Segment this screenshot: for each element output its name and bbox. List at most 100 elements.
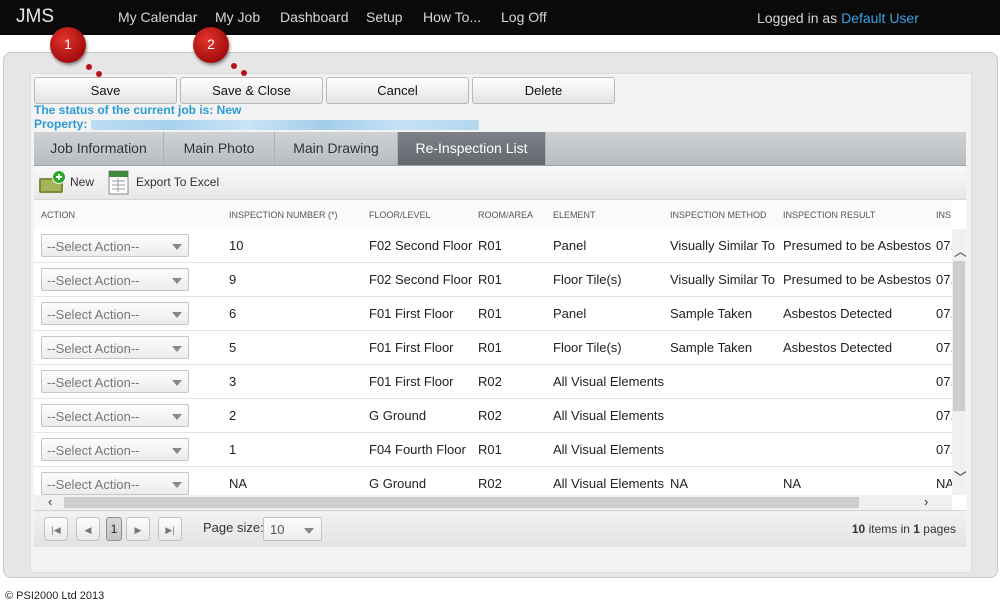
step-marker-2-pointer: [231, 63, 237, 69]
scroll-down-icon[interactable]: ﹀: [954, 467, 966, 486]
col-ins[interactable]: INS: [936, 210, 951, 220]
cell-inspection-number: 9: [229, 272, 237, 287]
user-link[interactable]: Default User: [841, 10, 919, 26]
cell-inspection-number: 3: [229, 374, 237, 389]
col-action[interactable]: ACTION: [41, 210, 75, 220]
cell-room: R01: [478, 306, 502, 321]
property-label: Property:: [34, 117, 88, 131]
cancel-button[interactable]: Cancel: [326, 77, 469, 104]
page-size-label: Page size:: [203, 520, 264, 535]
action-select-value: --Select Action--: [47, 307, 140, 322]
cell-method: Sample Taken: [670, 306, 753, 321]
cell-room: R02: [478, 408, 502, 423]
action-select[interactable]: --Select Action--: [41, 234, 189, 257]
save-close-button[interactable]: Save & Close: [180, 77, 323, 104]
vertical-scrollbar[interactable]: ︿ ﹀: [952, 229, 966, 495]
action-select-value: --Select Action--: [47, 341, 140, 356]
pager-bar: |◀ ◀ 1 ▶ ▶| Page size: 10 10 items in 1 …: [34, 510, 966, 547]
vertical-scroll-thumb[interactable]: [953, 261, 965, 411]
cell-result: Presumed to be Asbestos: [783, 272, 932, 287]
horizontal-scrollbar[interactable]: ‹ ›: [34, 494, 952, 510]
table-row: --Select Action-- 10 F02 Second Floor R0…: [34, 229, 954, 263]
tab-main-photo[interactable]: Main Photo: [164, 132, 275, 165]
step-marker-2: 2: [193, 27, 229, 63]
col-inspection-number[interactable]: INSPECTION NUMBER (*): [229, 210, 338, 220]
pages-count: 1: [913, 522, 920, 536]
first-page-icon[interactable]: |◀: [44, 517, 68, 541]
scroll-right-icon[interactable]: ›: [924, 494, 928, 509]
cell-inspection-number: 6: [229, 306, 237, 321]
excel-icon[interactable]: [108, 170, 130, 195]
horizontal-scroll-thumb[interactable]: [64, 497, 859, 508]
nav-log-off[interactable]: Log Off: [501, 9, 547, 25]
step-marker-1-pointer: [96, 71, 102, 77]
table-row: --Select Action-- 9 F02 Second Floor R01…: [34, 263, 954, 297]
action-select[interactable]: --Select Action--: [41, 404, 189, 427]
page-size-value: 10: [270, 522, 285, 537]
cell-element: All Visual Elements: [553, 408, 665, 423]
cell-room: R01: [478, 340, 502, 355]
action-select[interactable]: --Select Action--: [41, 472, 189, 495]
new-record-icon[interactable]: [38, 170, 68, 194]
col-floor-level[interactable]: FLOOR/LEVEL: [369, 210, 431, 220]
cell-element: All Visual Elements: [553, 374, 665, 389]
items-text: items in: [868, 522, 910, 536]
action-select-value: --Select Action--: [47, 477, 140, 492]
cell-element: Floor Tile(s): [553, 340, 622, 355]
nav-how-to[interactable]: How To...: [423, 9, 481, 25]
col-element[interactable]: ELEMENT: [553, 210, 596, 220]
action-select[interactable]: --Select Action--: [41, 336, 189, 359]
step-marker-1-pointer: [86, 64, 92, 70]
scroll-left-icon[interactable]: ‹: [48, 494, 52, 509]
next-page-icon[interactable]: ▶: [126, 517, 150, 541]
page-size-select[interactable]: 10: [263, 517, 322, 541]
cell-method: NA: [670, 476, 689, 491]
items-count: 10: [851, 522, 866, 536]
nav-dashboard[interactable]: Dashboard: [280, 9, 349, 25]
action-select-value: --Select Action--: [47, 409, 140, 424]
property-line: Property:: [34, 117, 480, 131]
property-value-redacted: [91, 119, 480, 130]
cell-result: Asbestos Detected: [783, 340, 893, 355]
action-select[interactable]: --Select Action--: [41, 438, 189, 461]
top-nav-bar: JMS My Calendar My Job Dashboard Setup H…: [0, 0, 1000, 35]
action-select-value: --Select Action--: [47, 273, 140, 288]
chevron-down-icon: [172, 244, 182, 250]
cell-room: R02: [478, 476, 502, 491]
export-excel-button[interactable]: Export To Excel: [136, 175, 219, 189]
tab-re-inspection-list[interactable]: Re-Inspection List: [398, 132, 546, 165]
nav-my-calendar[interactable]: My Calendar: [118, 9, 197, 25]
action-select-value: --Select Action--: [47, 239, 140, 254]
nav-my-job[interactable]: My Job: [215, 9, 260, 25]
action-select[interactable]: --Select Action--: [41, 370, 189, 393]
action-select[interactable]: --Select Action--: [41, 268, 189, 291]
tab-main-drawing[interactable]: Main Drawing: [275, 132, 398, 165]
cell-result: Asbestos Detected: [783, 306, 893, 321]
cell-result: NA: [783, 476, 802, 491]
table-row: --Select Action-- 5 F01 First Floor R01 …: [34, 331, 954, 365]
last-page-icon[interactable]: ▶|: [158, 517, 182, 541]
new-button[interactable]: New: [70, 175, 94, 189]
copyright-footer: © PSI2000 Ltd 2013: [5, 590, 105, 602]
cell-result: Presumed to be Asbestos: [783, 238, 932, 253]
action-select[interactable]: --Select Action--: [41, 302, 189, 325]
delete-button[interactable]: Delete: [472, 77, 615, 104]
prev-page-icon[interactable]: ◀: [76, 517, 100, 541]
current-page[interactable]: 1: [106, 517, 122, 541]
col-room-area[interactable]: ROOM/AREA: [478, 210, 533, 220]
col-inspection-method[interactable]: INSPECTION METHOD: [670, 210, 767, 220]
chevron-down-icon: [172, 278, 182, 284]
tab-job-information[interactable]: Job Information: [34, 132, 164, 165]
chevron-down-icon: [172, 346, 182, 352]
nav-setup[interactable]: Setup: [366, 9, 403, 25]
cell-element: Floor Tile(s): [553, 272, 622, 287]
save-button[interactable]: Save: [34, 77, 177, 104]
cell-floor: F04 Fourth Floor: [369, 442, 466, 457]
cell-floor: F01 First Floor: [369, 374, 454, 389]
cell-inspection-number: 2: [229, 408, 237, 423]
cell-room: R01: [478, 272, 502, 287]
app-brand: JMS: [16, 6, 54, 27]
col-inspection-result[interactable]: INSPECTION RESULT: [783, 210, 875, 220]
table-row: --Select Action-- 2 G Ground R02 All Vis…: [34, 399, 954, 433]
scroll-up-icon[interactable]: ︿: [954, 241, 966, 260]
